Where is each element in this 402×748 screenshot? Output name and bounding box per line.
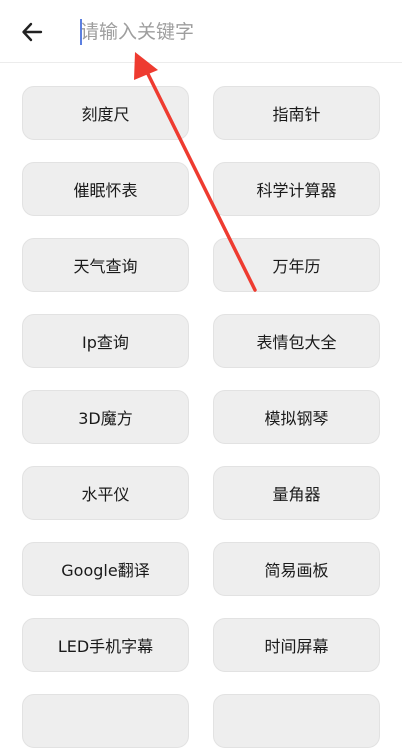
tool-button-weather[interactable]: 天气查询 (22, 238, 189, 292)
tool-button-protractor[interactable]: 量角器 (213, 466, 380, 520)
tool-button-level[interactable]: 水平仪 (22, 466, 189, 520)
tool-button-hypnosis-watch[interactable]: 催眠怀表 (22, 162, 189, 216)
tool-button-compass[interactable]: 指南针 (213, 86, 380, 140)
tool-grid: 刻度尺 指南针 催眠怀表 科学计算器 天气查询 万年历 Ip查询 表情包大全 3… (22, 86, 380, 748)
tool-button-time-screen[interactable]: 时间屏幕 (213, 618, 380, 672)
tool-button-emoji-collection[interactable]: 表情包大全 (213, 314, 380, 368)
tool-button-piano[interactable]: 模拟钢琴 (213, 390, 380, 444)
tool-button-calendar[interactable]: 万年历 (213, 238, 380, 292)
tool-button-sketchpad[interactable]: 简易画板 (213, 542, 380, 596)
back-button[interactable] (16, 16, 48, 48)
tool-button-led-subtitle[interactable]: LED手机字幕 (22, 618, 189, 672)
search-bar (0, 0, 402, 63)
tool-button-partial-left[interactable] (22, 694, 189, 748)
tool-button-google-translate[interactable]: Google翻译 (22, 542, 189, 596)
tool-button-scientific-calculator[interactable]: 科学计算器 (213, 162, 380, 216)
text-caret (80, 19, 82, 45)
tool-button-partial-right[interactable] (213, 694, 380, 748)
tool-button-ruler[interactable]: 刻度尺 (22, 86, 189, 140)
tool-button-rubiks-cube[interactable]: 3D魔方 (22, 390, 189, 444)
arrow-left-icon (22, 22, 43, 42)
search-input[interactable] (80, 16, 380, 48)
tool-button-ip-lookup[interactable]: Ip查询 (22, 314, 189, 368)
